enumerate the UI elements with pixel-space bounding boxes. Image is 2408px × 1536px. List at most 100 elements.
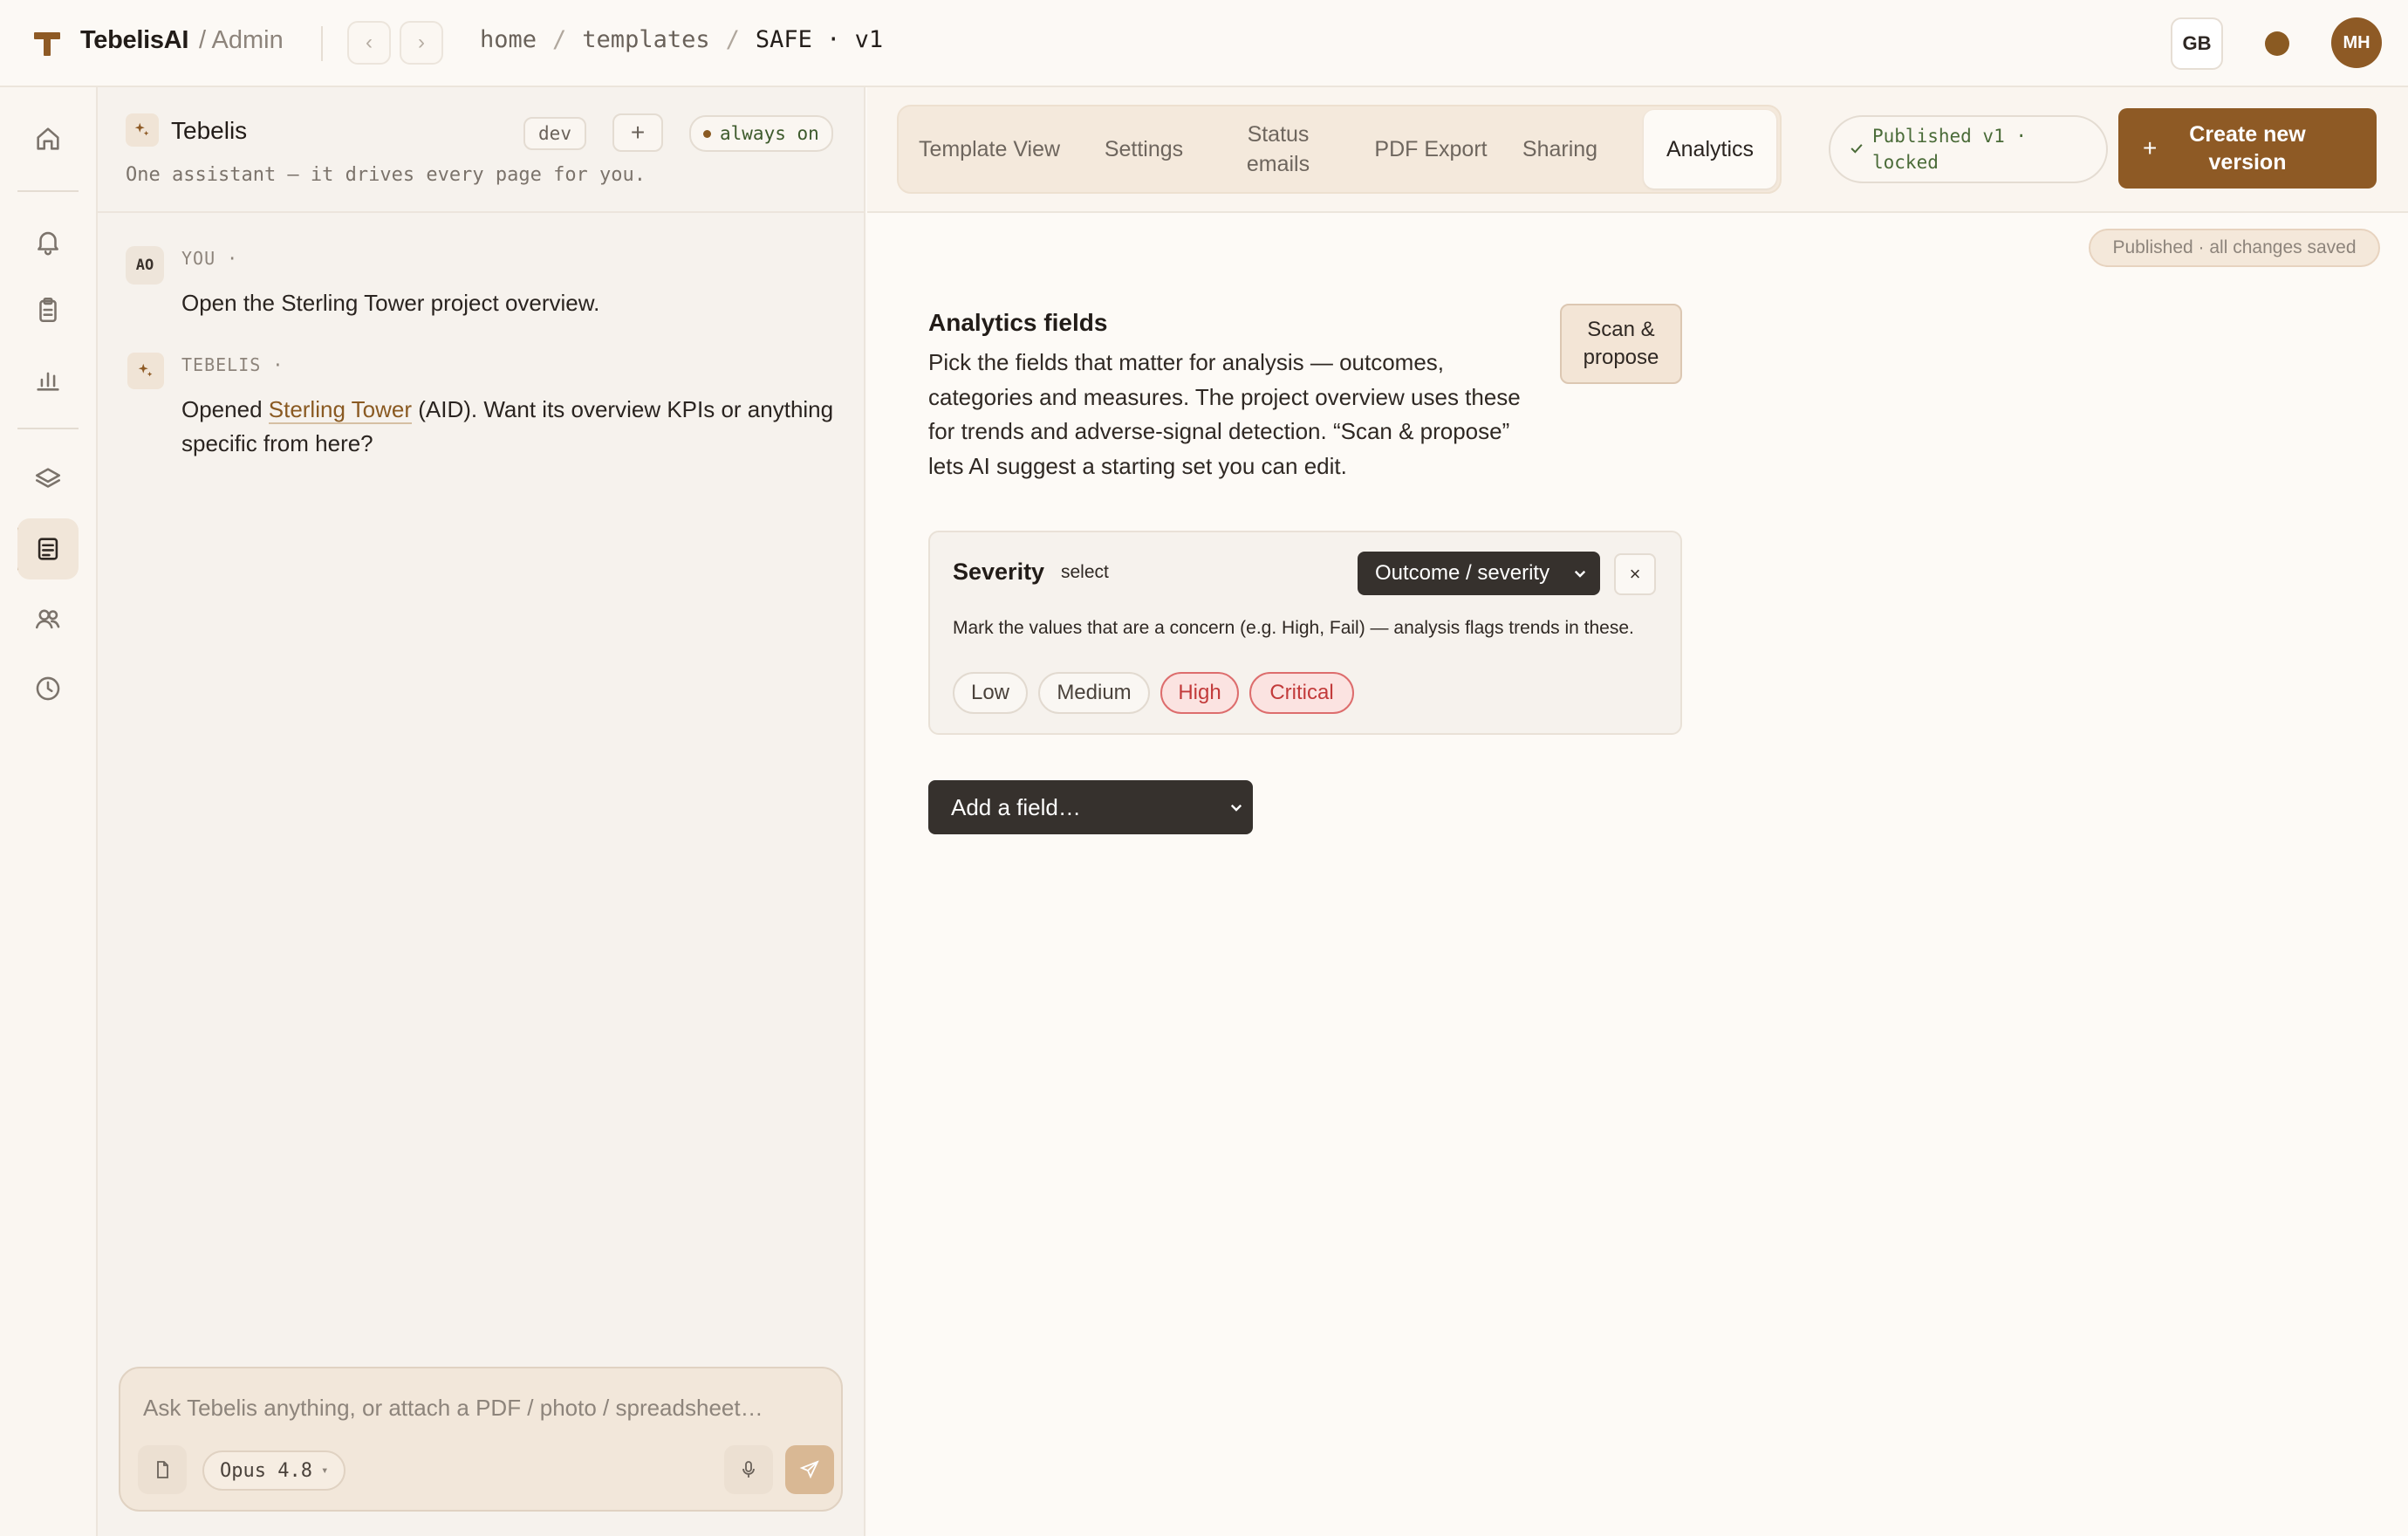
status-dot-icon [703,129,711,138]
chevron-right-icon: › [418,31,425,54]
chat-composer[interactable]: Ask Tebelis anything, or attach a PDF / … [119,1367,843,1512]
tab-sharing[interactable]: Sharing [1497,110,1623,189]
value-pill-high[interactable]: High [1160,672,1239,714]
file-icon [157,1461,168,1478]
message-author: TEBELIS · [181,354,284,375]
logo-icon [34,32,60,56]
brand-section: / Admin [199,26,284,54]
home-icon [37,127,59,150]
main-header: Template View Settings Status emails PDF… [867,87,2408,213]
bar-chart-icon [37,372,59,391]
breadcrumb-templates[interactable]: templates [582,26,709,53]
breadcrumb-separator: / [552,26,567,53]
new-chat-button[interactable]: + [612,113,663,152]
main-content: Template View Settings Status emails PDF… [867,87,2408,1536]
breadcrumb-separator: / [725,26,740,53]
always-on-label: always on [720,123,819,144]
tab-pdf-export[interactable]: PDF Export [1370,110,1492,189]
theme-toggle-icon[interactable] [2265,31,2289,56]
breadcrumb: home / templates / SAFE · v1 [480,26,883,53]
chevron-down-icon [1230,804,1242,812]
model-selector[interactable]: Opus 4.8 ▾ [202,1450,346,1491]
rail-history[interactable] [17,658,79,719]
sparkle-icon [126,113,159,147]
field-help-text: Mark the values that are a concern (e.g.… [953,618,1634,638]
breadcrumb-current: SAFE · v1 [755,26,884,53]
remove-field-button[interactable]: × [1614,553,1656,595]
chevron-down-icon [1574,570,1586,578]
language-button[interactable]: GB [2171,17,2223,70]
always-on-chip[interactable]: always on [689,115,833,152]
document-icon [38,538,58,560]
tab-status-emails[interactable]: Status emails [1214,110,1342,189]
divider [321,26,323,61]
clock-icon [36,676,60,701]
breadcrumb-home[interactable]: home [480,26,537,53]
assistant-header: Tebelis dev + always on One assistant — … [98,87,864,213]
project-link[interactable]: Sterling Tower [268,396,413,424]
value-pill-critical[interactable]: Critical [1249,672,1354,714]
rail-tasks[interactable] [17,279,79,340]
model-name: Opus 4.8 [220,1459,312,1482]
tab-analytics[interactable]: Analytics [1644,110,1776,189]
assistant-panel: Tebelis dev + always on One assistant — … [98,87,865,1536]
send-icon [799,1460,819,1479]
value-pill-medium[interactable]: Medium [1038,672,1150,714]
forward-button[interactable]: › [400,21,443,65]
analytics-field-card: Severity select Outcome / severity × Mar… [928,531,1682,735]
check-icon [1850,144,1863,154]
assistant-title: Tebelis [171,117,248,144]
tab-bar: Template View Settings Status emails PDF… [897,105,1782,194]
add-field-select[interactable]: Add a field… [928,780,1253,834]
scan-propose-button[interactable]: Scan & propose [1560,304,1682,384]
top-bar: TebelisAI / Admin ‹ › home / templates /… [0,0,2408,87]
rail-divider [17,428,79,429]
published-status-label: Published v1 · locked [1872,126,2028,173]
save-status-badge: Published · all changes saved [2089,229,2380,267]
rail-layers[interactable] [17,449,79,510]
attach-button[interactable] [138,1445,187,1494]
plus-icon: + [630,119,646,146]
rail-reports[interactable] [17,349,79,410]
layers-icon [35,468,61,488]
assistant-message-text: Opened Sterling Tower (AID). Want its ov… [181,393,845,461]
sparkle-icon [138,363,153,377]
chevron-left-icon: ‹ [366,31,373,54]
assistant-subtitle: One assistant — it drives every page for… [126,164,646,186]
chevron-down-icon: ▾ [320,1464,329,1478]
back-button[interactable]: ‹ [347,21,391,65]
env-chip[interactable]: dev [523,117,586,150]
rail-people[interactable] [17,588,79,649]
assistant-message-avatar [127,353,164,389]
add-field-label: Add a field… [951,793,1081,820]
field-name: Severity [953,559,1045,585]
user-avatar[interactable]: MH [2331,17,2382,68]
field-type: select [1061,562,1109,582]
rail-notifications[interactable] [17,211,79,272]
plus-icon: + [2143,134,2158,161]
section-description: Pick the fields that matter for analysis… [928,349,1521,479]
brand-name: TebelisAI [80,26,189,54]
microphone-icon [742,1461,755,1478]
left-rail [0,87,98,1536]
user-message-text: Open the Sterling Tower project overview… [181,290,600,316]
create-version-label: Create new version [2189,122,2306,175]
message-author: YOU · [181,248,239,269]
rail-templates[interactable] [17,518,79,579]
rail-home[interactable] [17,108,79,169]
message-text-segment: Opened [181,396,269,422]
published-status-badge: Published v1 · locked [1829,115,2108,183]
value-pill-low[interactable]: Low [953,672,1028,714]
composer-input[interactable]: Ask Tebelis anything, or attach a PDF / … [143,1395,763,1422]
voice-button[interactable] [724,1445,773,1494]
user-message-avatar: AO [126,246,164,285]
bell-icon [38,231,58,256]
section-title: Analytics fields [928,309,1108,336]
send-button[interactable] [785,1445,834,1494]
field-role-select[interactable]: Outcome / severity [1358,552,1600,595]
tab-settings[interactable]: Settings [1078,110,1209,189]
tab-template-view[interactable]: Template View [902,110,1077,189]
clipboard-icon [39,297,57,323]
rail-divider [17,190,79,192]
create-version-button[interactable]: + Create new version [2118,108,2377,189]
